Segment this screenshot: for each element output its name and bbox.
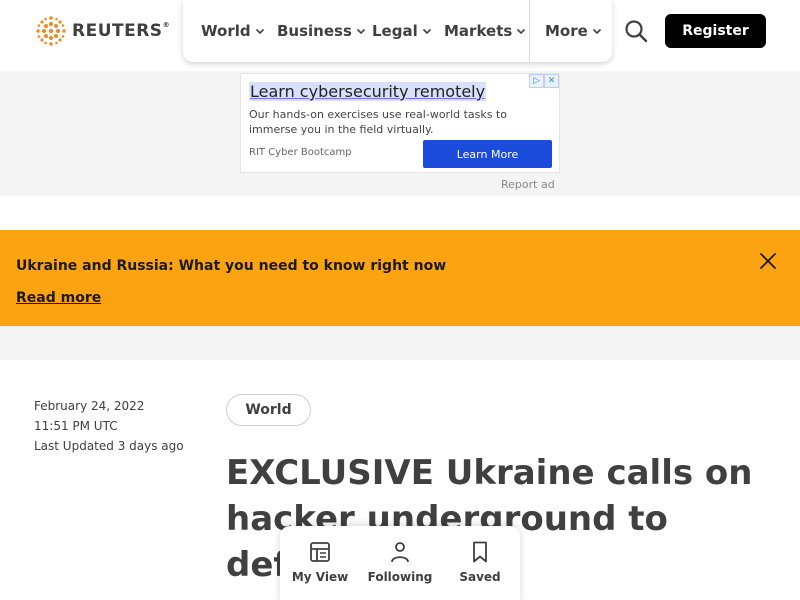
nav-item-business[interactable]: Business: [277, 22, 366, 40]
article-meta: February 24, 2022 11:51 PM UTC Last Upda…: [34, 396, 184, 456]
reuters-logo[interactable]: REUTERS®: [34, 15, 170, 47]
logo-wordmark: REUTERS®: [72, 21, 171, 41]
chevron-down-icon: [255, 28, 264, 35]
section-tag-world[interactable]: World: [226, 394, 311, 426]
adchoices-icon[interactable]: ▷: [529, 74, 544, 88]
chevron-down-icon: [592, 28, 601, 35]
bookmark-icon: [473, 541, 487, 563]
dock-my-view[interactable]: My View: [285, 540, 355, 600]
nav-item-world[interactable]: World: [201, 22, 265, 40]
register-button[interactable]: Register: [665, 14, 766, 48]
person-icon: [391, 542, 409, 563]
nav-item-markets[interactable]: Markets: [444, 22, 526, 40]
close-icon[interactable]: ✕: [544, 74, 559, 88]
main-nav: World Business Legal Markets More: [183, 0, 612, 62]
article-date: February 24, 2022: [34, 399, 145, 413]
ad-choices[interactable]: ▷ ✕: [529, 74, 559, 88]
search-icon[interactable]: [624, 19, 648, 43]
ad-learn-more-button[interactable]: Learn More: [423, 140, 552, 168]
dock-following[interactable]: Following: [365, 540, 435, 600]
dock-label: Saved: [459, 570, 501, 584]
bottom-dock: My View Following Saved: [280, 526, 520, 600]
dock-saved[interactable]: Saved: [445, 540, 515, 600]
ad-unit[interactable]: Learn cybersecurity remotely Our hands-o…: [240, 73, 560, 173]
banner-title: Ukraine and Russia: What you need to kno…: [16, 258, 447, 274]
ad-sponsor: RIT Cyber Bootcamp: [249, 147, 352, 158]
layout-icon: [310, 542, 330, 562]
dock-label: My View: [291, 570, 349, 584]
reuters-logo-icon: [36, 16, 66, 46]
site-header: REUTERS® World Business Legal Markets Mo…: [0, 0, 800, 71]
report-ad-link[interactable]: Report ad: [501, 178, 555, 191]
chevron-down-icon: [356, 28, 365, 35]
news-banner: Ukraine and Russia: What you need to kno…: [0, 230, 800, 326]
close-icon[interactable]: [759, 252, 777, 270]
ad-title[interactable]: Learn cybersecurity remotely: [249, 82, 487, 101]
chevron-down-icon: [422, 28, 431, 35]
divider-strip: [0, 326, 800, 360]
article-updated: Last Updated 3 days ago: [34, 439, 184, 453]
nav-divider: [529, 0, 530, 62]
ad-container: Learn cybersecurity remotely Our hands-o…: [0, 71, 800, 196]
ad-body: Our hands-on exercises use real-world ta…: [249, 108, 508, 136]
chevron-down-icon: [517, 28, 526, 35]
dock-label: Following: [367, 570, 433, 584]
article-time: 11:51 PM UTC: [34, 419, 118, 433]
nav-item-more[interactable]: More: [545, 22, 602, 40]
read-more-link[interactable]: Read more: [16, 290, 101, 306]
nav-item-legal[interactable]: Legal: [372, 22, 432, 40]
